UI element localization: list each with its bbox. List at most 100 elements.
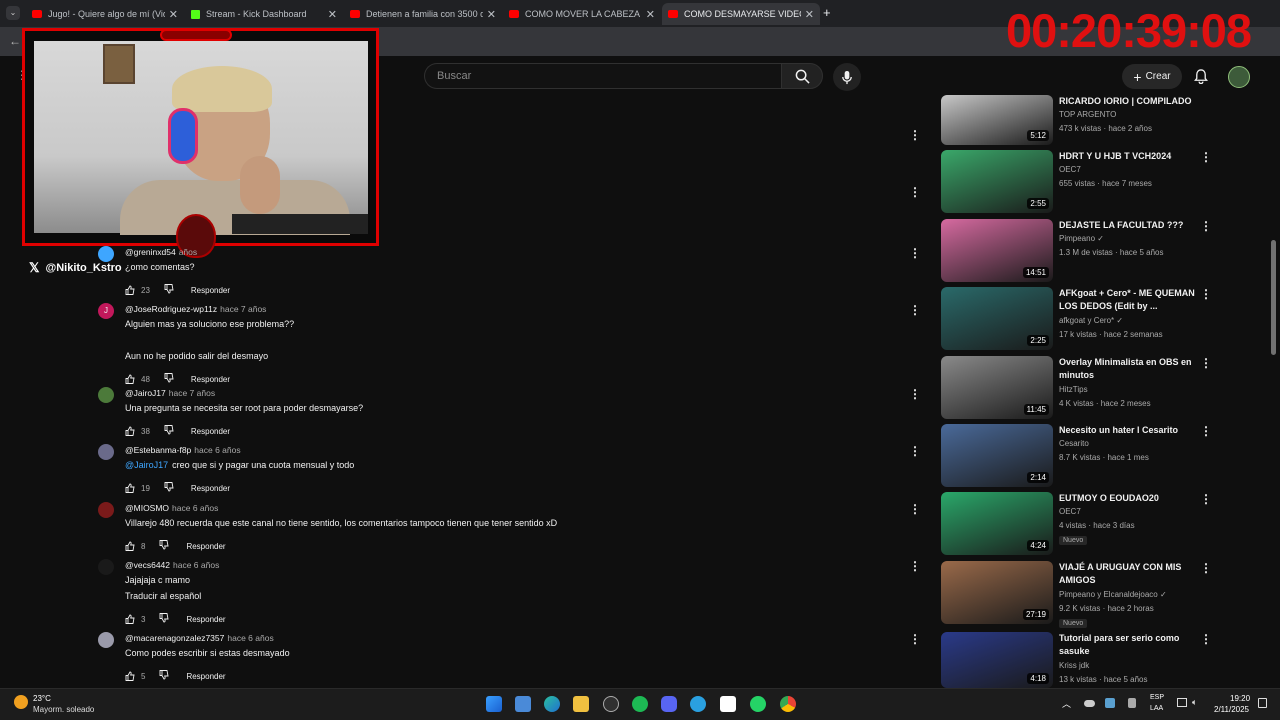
- tray-app-icon[interactable]: [1105, 698, 1115, 708]
- obs-icon[interactable]: [603, 696, 619, 712]
- comment-more-icon[interactable]: ⋮: [909, 185, 921, 199]
- reply-button[interactable]: Responder: [191, 375, 230, 384]
- video-more-icon[interactable]: ⋮: [1200, 150, 1212, 164]
- browser-tab[interactable]: Jugo! - Quiere algo de mí (Vide ✕: [26, 3, 184, 25]
- video-more-icon[interactable]: ⋮: [1200, 632, 1212, 646]
- dislike-button[interactable]: [159, 670, 169, 682]
- video-title[interactable]: Overlay Minimalista en OBS en minutos: [1059, 356, 1195, 382]
- like-button[interactable]: 19: [125, 483, 150, 493]
- comment-more-icon[interactable]: ⋮: [909, 502, 921, 516]
- related-video[interactable]: 4:24 EUTMOY O EOUDAO20 OEC7 4 vistas · hace…: [941, 492, 1216, 555]
- channel-name[interactable]: Pimpeano: [1059, 234, 1095, 243]
- comment-more-icon[interactable]: ⋮: [909, 559, 921, 573]
- comment-author[interactable]: @greninxd54: [125, 247, 176, 257]
- account-avatar[interactable]: [1228, 66, 1250, 88]
- search-input[interactable]: Buscar: [424, 63, 781, 89]
- comment-more-icon[interactable]: ⋮: [909, 246, 921, 260]
- video-title[interactable]: Tutorial para ser serio como sasuke: [1059, 632, 1195, 658]
- video-thumbnail[interactable]: 2:55: [941, 150, 1053, 213]
- windows-start-icon[interactable]: [486, 696, 502, 712]
- comment-avatar[interactable]: [98, 246, 114, 262]
- video-channel[interactable]: Cesarito: [1059, 439, 1089, 448]
- telegram-icon[interactable]: [690, 696, 706, 712]
- onedrive-icon[interactable]: [1084, 700, 1095, 707]
- reply-button[interactable]: Responder: [186, 615, 225, 624]
- tray-app-2-icon[interactable]: [1128, 698, 1136, 708]
- whatsapp-icon[interactable]: [750, 696, 766, 712]
- comment-avatar[interactable]: [98, 559, 114, 575]
- edge-icon[interactable]: [544, 696, 560, 712]
- comment-avatar[interactable]: [98, 502, 114, 518]
- close-tab-icon[interactable]: ✕: [805, 8, 814, 21]
- video-thumbnail[interactable]: 5:12: [941, 95, 1053, 145]
- related-video[interactable]: 11:45 Overlay Minimalista en OBS en minut…: [941, 356, 1216, 419]
- channel-name[interactable]: afkgoat y Cero*: [1059, 316, 1114, 325]
- video-thumbnail[interactable]: 2:14: [941, 424, 1053, 487]
- weather-temperature[interactable]: 23°C: [33, 694, 51, 703]
- comment-avatar[interactable]: J: [98, 303, 114, 319]
- dislike-button[interactable]: [164, 425, 174, 437]
- comment-timestamp[interactable]: hace 6 años: [194, 445, 240, 455]
- comment-timestamp[interactable]: hace 6 años: [173, 560, 219, 570]
- video-channel[interactable]: Pimpeano ✓: [1059, 234, 1104, 243]
- chrome-icon[interactable]: [780, 696, 796, 712]
- video-channel[interactable]: OEC7: [1059, 165, 1081, 174]
- video-more-icon[interactable]: ⋮: [1200, 424, 1212, 438]
- video-title[interactable]: DEJASTE LA FACULTAD ???: [1059, 219, 1195, 232]
- related-video[interactable]: 4:18 Tutorial para ser serio como sasuke K…: [941, 632, 1216, 688]
- close-tab-icon[interactable]: ✕: [646, 8, 655, 21]
- video-thumbnail[interactable]: 2:25: [941, 287, 1053, 350]
- reply-button[interactable]: Responder: [186, 542, 225, 551]
- comment-more-icon[interactable]: ⋮: [909, 387, 921, 401]
- related-video[interactable]: 2:14 Necesito un hater l Cesarito Cesarito…: [941, 424, 1216, 487]
- create-button[interactable]: + Crear: [1122, 64, 1182, 89]
- video-more-icon[interactable]: ⋮: [1200, 356, 1212, 370]
- video-title[interactable]: EUTMOY O EOUDAO20: [1059, 492, 1195, 505]
- video-channel[interactable]: afkgoat y Cero* ✓: [1059, 316, 1123, 325]
- like-button[interactable]: 3: [125, 614, 145, 624]
- comment-timestamp[interactable]: años: [179, 247, 197, 257]
- video-channel[interactable]: HitzTips: [1059, 385, 1088, 394]
- comment-author[interactable]: @macarenagonzalez7357: [125, 633, 224, 643]
- back-arrow-icon[interactable]: ←: [9, 34, 21, 48]
- channel-name[interactable]: TOP ARGENTO: [1059, 110, 1116, 119]
- weather-icon[interactable]: [14, 695, 28, 709]
- comment-avatar[interactable]: [98, 387, 114, 403]
- comment-mention[interactable]: @JairoJ17: [125, 460, 168, 470]
- video-more-icon[interactable]: ⋮: [1200, 561, 1212, 575]
- reply-button[interactable]: Responder: [191, 484, 230, 493]
- like-button[interactable]: 38: [125, 426, 150, 436]
- channel-name[interactable]: HitzTips: [1059, 385, 1088, 394]
- language-indicator[interactable]: ESP: [1150, 694, 1164, 701]
- video-channel[interactable]: Kriss jdk: [1059, 661, 1089, 670]
- video-title[interactable]: RICARDO IORIO | COMPILADO: [1059, 95, 1195, 108]
- video-title[interactable]: Necesito un hater l Cesarito: [1059, 424, 1195, 437]
- dislike-button[interactable]: [159, 540, 169, 552]
- reply-button[interactable]: Responder: [191, 286, 230, 295]
- dislike-button[interactable]: [159, 613, 169, 625]
- like-button[interactable]: 23: [125, 285, 150, 295]
- like-button[interactable]: 48: [125, 374, 150, 384]
- clock-date[interactable]: 2/11/2025: [1214, 705, 1249, 714]
- channel-name[interactable]: OEC7: [1059, 507, 1081, 516]
- clock-time[interactable]: 19:20: [1230, 694, 1250, 703]
- capcut-icon[interactable]: [720, 696, 736, 712]
- close-tab-icon[interactable]: ✕: [487, 8, 496, 21]
- video-more-icon[interactable]: ⋮: [1200, 287, 1212, 301]
- video-thumbnail[interactable]: 27:19: [941, 561, 1053, 624]
- browser-tab[interactable]: COMO DESMAYARSE VIDEO TU ✕: [662, 3, 820, 25]
- video-title[interactable]: HDRT Y U HJB T VCH2024: [1059, 150, 1195, 163]
- like-button[interactable]: 8: [125, 541, 145, 551]
- comment-author[interactable]: @vecs6442: [125, 560, 170, 570]
- comment-author[interactable]: @Estebanma-f8p: [125, 445, 191, 455]
- close-tab-icon[interactable]: ✕: [169, 8, 178, 21]
- notepad-icon[interactable]: [515, 696, 531, 712]
- voice-search-button[interactable]: [833, 63, 861, 91]
- like-button[interactable]: 5: [125, 671, 145, 681]
- browser-tab[interactable]: COMO MOVER LA CABEZA SO ✕: [503, 3, 661, 25]
- spotify-icon[interactable]: [632, 696, 648, 712]
- channel-name[interactable]: Cesarito: [1059, 439, 1089, 448]
- comment-more-icon[interactable]: ⋮: [909, 303, 921, 317]
- file-explorer-icon[interactable]: [573, 696, 589, 712]
- video-thumbnail[interactable]: 4:24: [941, 492, 1053, 555]
